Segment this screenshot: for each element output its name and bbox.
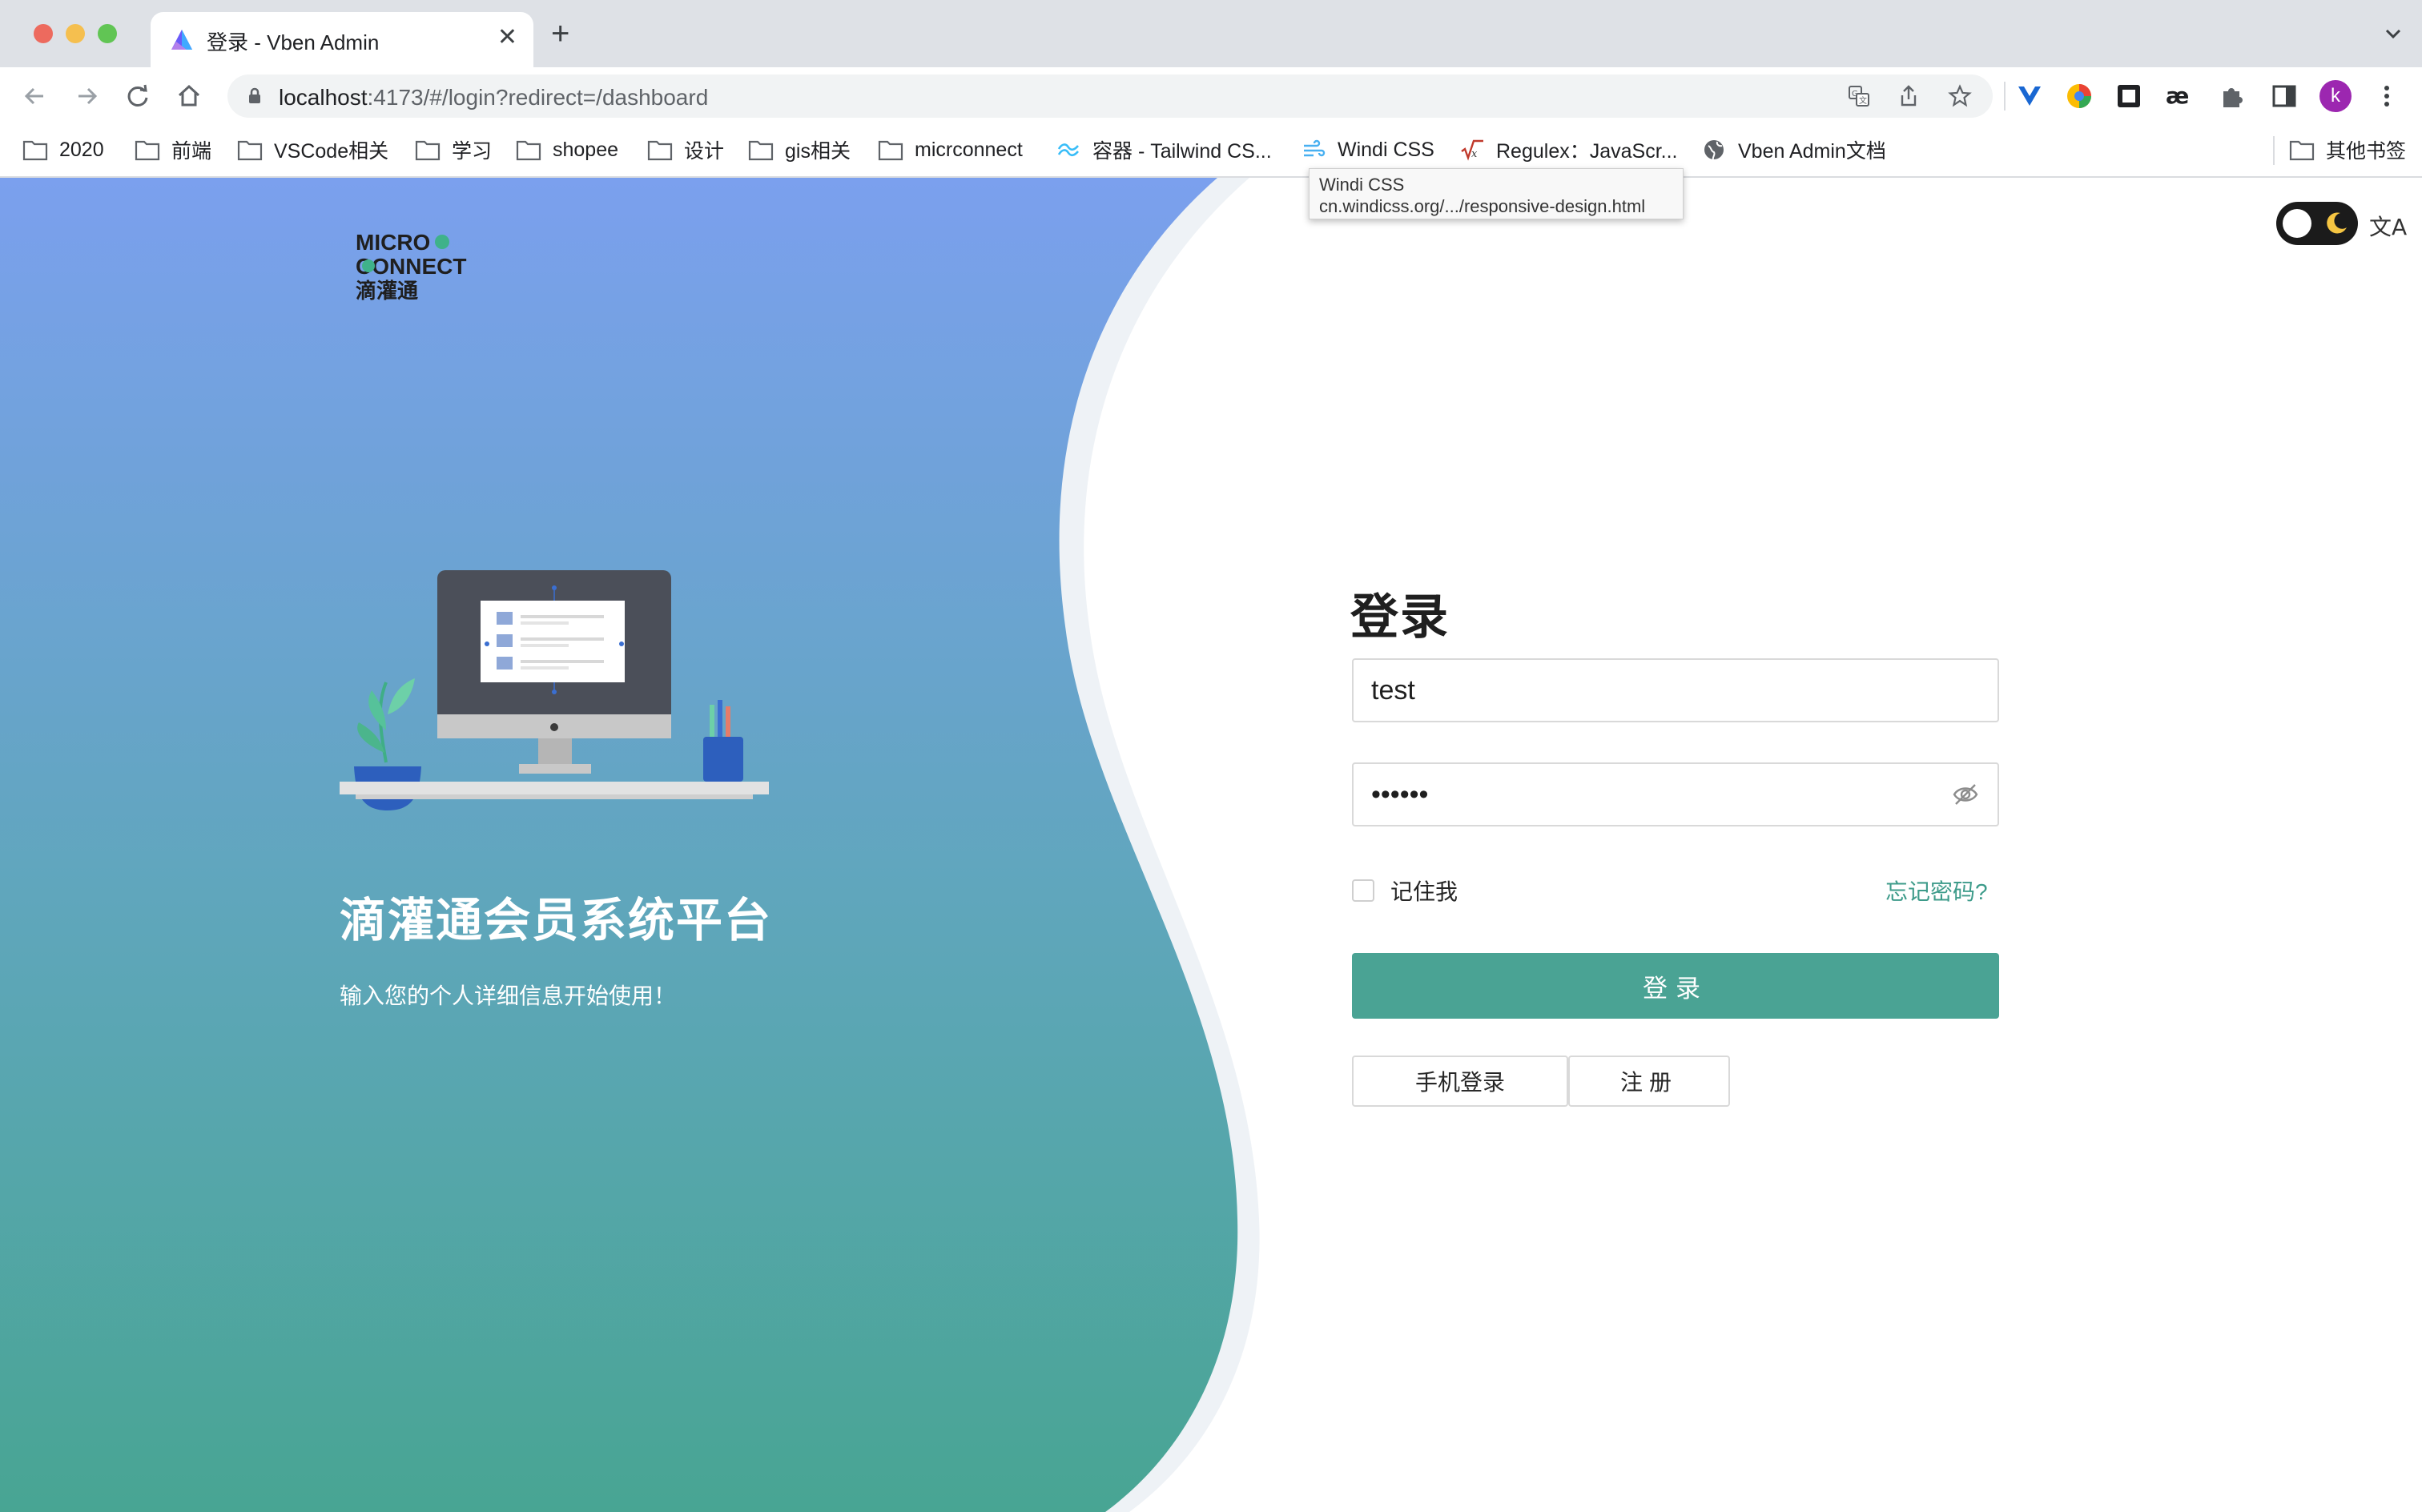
bookmark-star-icon[interactable] (1948, 84, 1972, 108)
bookmark-item[interactable]: shopee (516, 136, 618, 163)
profile-avatar[interactable]: k (2319, 80, 2352, 112)
login-title: 登录 (1350, 590, 1450, 644)
windi-icon (1304, 139, 1326, 157)
regulex-icon: x (1461, 139, 1483, 161)
svg-text:文: 文 (1859, 95, 1867, 106)
login-button[interactable]: 登录 (1352, 953, 1999, 1019)
register-button[interactable]: 注册 (1568, 1056, 1730, 1107)
bookmark-item[interactable]: Windi CSS (1301, 136, 1434, 163)
bookmark-item[interactable]: Vben Admin文档 (1701, 136, 1886, 163)
bookmark-item[interactable]: 前端 (135, 136, 211, 163)
puzzle-extensions-icon[interactable] (2217, 82, 2246, 111)
bookmark-item[interactable]: 容器 - Tailwind CS... (1056, 136, 1272, 163)
tab-close-icon[interactable]: ✕ (497, 23, 517, 51)
toggle-knob (2283, 209, 2311, 238)
bookmark-item[interactable]: x Regulex：JavaScr... (1459, 136, 1678, 163)
maximize-window-button[interactable] (98, 24, 117, 43)
folder-icon (415, 140, 441, 161)
tab-title: 登录 - Vben Admin (207, 30, 380, 54)
svg-text:æ: æ (2166, 82, 2189, 109)
new-tab-button[interactable]: + (551, 18, 569, 50)
bookmarks-divider (2273, 136, 2275, 165)
username-field[interactable] (1352, 658, 1999, 722)
reload-icon[interactable] (120, 78, 155, 114)
bookmark-item[interactable]: VSCode相关 (237, 136, 388, 163)
chevron-down-icon[interactable] (2384, 24, 2403, 43)
address-bar[interactable]: localhost:4173/#/login?redirect=/dashboa… (227, 74, 1993, 118)
tooltip-title: Windi CSS (1319, 175, 1405, 195)
bookmark-item[interactable]: 设计 (647, 136, 724, 163)
folder-icon (647, 140, 673, 161)
remember-checkbox[interactable] (1352, 879, 1374, 902)
translate-language-icon[interactable]: 文A (2369, 210, 2407, 242)
svg-text:G: G (1852, 90, 1858, 99)
remember-label: 记住我 (1390, 879, 1458, 904)
login-page: MICRO CONNECT 滴灌通 滴灌通会员系统平台 输入您的个人详细信息开始… (0, 178, 2422, 1512)
back-arrow-icon[interactable] (18, 78, 53, 114)
folder-icon (135, 140, 160, 161)
more-menu-icon[interactable] (2372, 82, 2401, 111)
folder-icon (516, 140, 541, 161)
share-icon[interactable] (1897, 84, 1921, 108)
folder-icon (878, 140, 903, 161)
password-input[interactable] (1371, 764, 1948, 825)
background-wave (0, 178, 1260, 1512)
tooltip-url: cn.windicss.org/.../responsive-design.ht… (1319, 196, 1646, 216)
browser-chrome: 登录 - Vben Admin ✕ + localhost:4173/#/log… (0, 0, 2422, 178)
translate-icon[interactable]: G 文 (1847, 84, 1871, 108)
close-window-button[interactable] (34, 24, 53, 43)
active-tab[interactable]: 登录 - Vben Admin ✕ (151, 12, 533, 67)
svg-text:x: x (1471, 148, 1478, 160)
hero-subtitle: 输入您的个人详细信息开始使用！ (340, 983, 677, 1008)
bookmark-item[interactable]: 2020 (22, 136, 104, 163)
svg-text:MICRO: MICRO (356, 230, 430, 255)
micro-connect-logo: MICRO CONNECT 滴灌通 (354, 229, 498, 301)
side-panel-icon[interactable] (2270, 82, 2299, 111)
bookmark-item[interactable]: 学习 (415, 136, 492, 163)
tab-strip: 登录 - Vben Admin ✕ + (0, 0, 2422, 67)
minimize-window-button[interactable] (66, 24, 85, 43)
desk-computer-illustration (340, 570, 769, 810)
bookmarks-bar: 2020 前端 VSCode相关 学习 shopee 设计 gis相关 micr… (0, 125, 2422, 178)
bookmark-item[interactable]: micrconnect (878, 136, 1023, 163)
forward-arrow-icon[interactable] (69, 78, 104, 114)
dark-mode-toggle[interactable] (2276, 202, 2358, 245)
frame-extension-icon[interactable] (2114, 82, 2143, 111)
password-field[interactable] (1352, 762, 1999, 826)
bookmark-item[interactable]: gis相关 (748, 136, 851, 163)
folder-icon (2289, 140, 2315, 161)
tailwind-icon (1057, 143, 1079, 157)
username-input[interactable] (1371, 660, 1948, 721)
remember-me[interactable]: 记住我 (1352, 875, 1458, 907)
svg-text:滴灌通: 滴灌通 (356, 279, 418, 301)
ae-extension-icon[interactable]: æ (2164, 82, 2193, 111)
phone-login-button[interactable]: 手机登录 (1352, 1056, 1568, 1107)
browser-toolbar: localhost:4173/#/login?redirect=/dashboa… (0, 67, 2422, 125)
folder-icon (748, 140, 774, 161)
bookmark-tooltip: Windi CSS cn.windicss.org/.../responsive… (1309, 168, 1684, 219)
eye-hidden-icon[interactable] (1951, 780, 1980, 809)
color-picker-extension-icon[interactable] (2065, 82, 2094, 111)
lock-icon (249, 87, 260, 103)
vben-logo-icon (171, 30, 192, 50)
forgot-password-link[interactable]: 忘记密码? (1885, 875, 1988, 907)
globe-icon (1704, 140, 1724, 160)
home-icon[interactable] (171, 78, 207, 114)
folder-icon (237, 140, 263, 161)
moon-icon (2327, 212, 2347, 234)
hero-title: 滴灌通会员系统平台 (340, 895, 773, 947)
other-bookmarks[interactable]: 其他书签 (2289, 136, 2406, 163)
folder-icon (22, 140, 48, 161)
extensions-divider (2004, 82, 2006, 111)
url-text[interactable]: localhost:4173/#/login?redirect=/dashboa… (279, 85, 708, 111)
vue-devtools-icon[interactable] (2015, 82, 2044, 111)
